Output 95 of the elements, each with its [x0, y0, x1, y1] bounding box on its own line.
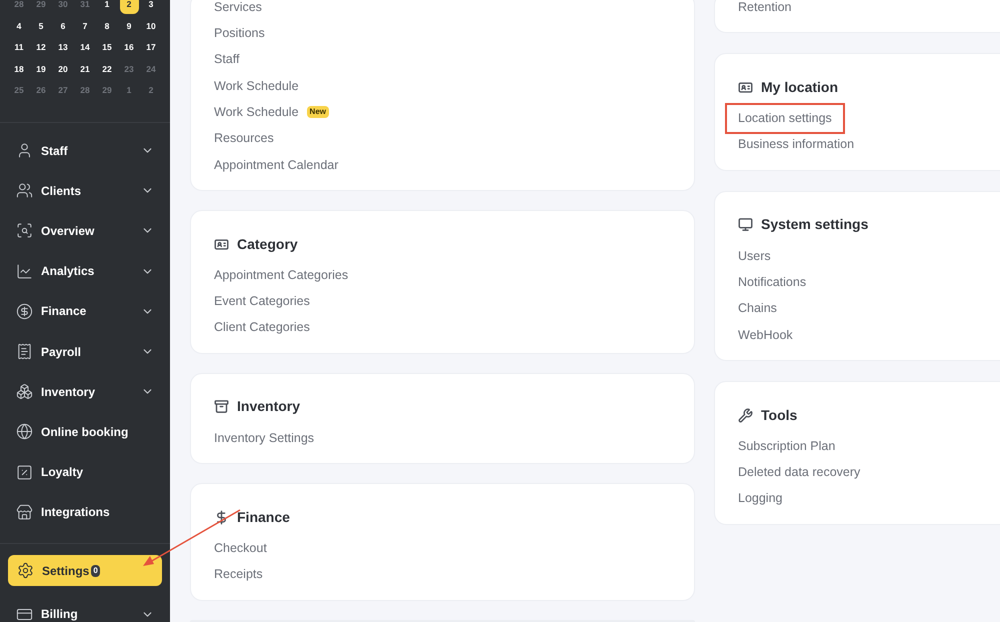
- calendar-day[interactable]: 30: [54, 0, 72, 14]
- store-icon: [16, 504, 33, 521]
- calendar-day[interactable]: 18: [10, 60, 28, 79]
- settings-icon: [17, 562, 34, 580]
- card-title: Finance: [237, 508, 290, 527]
- settings-link[interactable]: Logging: [738, 489, 782, 508]
- calendar-day[interactable]: 28: [10, 0, 28, 14]
- monitor-icon: [738, 217, 753, 232]
- count-badge: 0: [91, 564, 100, 577]
- people-icon: [16, 182, 33, 200]
- calendar-day[interactable]: 9: [120, 16, 138, 36]
- calendar-day[interactable]: 27: [54, 81, 72, 100]
- nav-item[interactable]: Integrations: [0, 492, 170, 532]
- globe-icon: [16, 423, 33, 440]
- settings-link[interactable]: Chains: [738, 299, 777, 318]
- settings-link[interactable]: Business information: [738, 135, 854, 154]
- grid-search-icon: [16, 222, 33, 240]
- settings-link[interactable]: Positions: [214, 24, 265, 43]
- settings-link[interactable]: Appointment Calendar: [214, 156, 338, 174]
- settings-link[interactable]: Notifications: [738, 272, 806, 292]
- tools-icon: [738, 408, 753, 423]
- calendar-day[interactable]: 3: [142, 0, 160, 14]
- nav-item[interactable]: Loyalty: [0, 452, 170, 492]
- settings-link[interactable]: Event Categories: [214, 292, 310, 311]
- nav-item[interactable]: Analytics: [0, 251, 170, 292]
- calendar-day[interactable]: 22: [98, 60, 116, 79]
- settings-link[interactable]: Users: [738, 246, 771, 266]
- settings-link[interactable]: Client Categories: [214, 318, 310, 338]
- settings-link[interactable]: WebHook: [738, 326, 793, 344]
- settings-link[interactable]: Receipts: [214, 565, 263, 584]
- settings-link[interactable]: Resources: [214, 129, 274, 148]
- settings-link[interactable]: Checkout: [214, 539, 267, 558]
- calendar-day[interactable]: 16: [120, 38, 138, 58]
- calendar-day[interactable]: 13: [54, 38, 72, 58]
- id-card-icon: [214, 236, 229, 252]
- calendar-day[interactable]: 26: [32, 81, 50, 100]
- nav-item[interactable]: Billing: [0, 594, 170, 622]
- calendar-day[interactable]: 1: [98, 0, 116, 14]
- calendar-day[interactable]: 11: [10, 38, 28, 58]
- receipt-icon: [16, 343, 33, 360]
- calendar-day[interactable]: 10: [142, 16, 160, 36]
- calendar-day[interactable]: 24: [142, 60, 160, 79]
- dollar-coin-icon: [16, 302, 33, 320]
- calendar-day[interactable]: 12: [32, 38, 50, 58]
- id-card-icon: [738, 80, 753, 95]
- nav-item[interactable]: Payroll: [0, 331, 170, 372]
- calendar-day[interactable]: 29: [32, 0, 50, 14]
- nav-item[interactable]: Finance: [0, 291, 170, 332]
- settings-link[interactable]: Work Schedule: [214, 102, 299, 122]
- calendar-day[interactable]: 19: [32, 60, 50, 79]
- new-badge: New: [306, 106, 329, 118]
- calendar-day[interactable]: 28: [76, 81, 94, 100]
- person-icon: [16, 142, 33, 160]
- calendar-day[interactable]: 4: [10, 16, 28, 36]
- settings-link[interactable]: Retention: [738, 0, 792, 17]
- settings-link[interactable]: Work Schedule: [214, 76, 299, 96]
- calendar-day[interactable]: 7: [76, 16, 94, 36]
- nav-item[interactable]: Clients: [0, 170, 170, 211]
- percent-icon: [16, 464, 33, 481]
- nav-item[interactable]: Settings 0: [8, 555, 162, 586]
- calendar-day[interactable]: 5: [32, 16, 50, 36]
- card-title: System settings: [761, 215, 868, 234]
- boxes-icon: [16, 383, 33, 400]
- card-title: My location: [761, 78, 838, 97]
- calendar-day[interactable]: 8: [98, 16, 116, 36]
- nav-item[interactable]: Inventory: [0, 372, 170, 412]
- nav-item[interactable]: Overview: [0, 210, 170, 252]
- calendar-day[interactable]: 20: [54, 60, 72, 79]
- calendar-day[interactable]: 25: [10, 81, 28, 100]
- nav-item[interactable]: Online booking: [0, 412, 170, 452]
- calendar-day[interactable]: 2: [142, 81, 160, 100]
- calendar-day[interactable]: 23: [120, 60, 138, 79]
- card-title: Tools: [761, 406, 798, 425]
- archive-icon: [214, 399, 229, 414]
- settings-link[interactable]: Deleted data recovery: [738, 463, 860, 482]
- calendar-day[interactable]: 29: [98, 81, 116, 100]
- calendar-day[interactable]: 17: [142, 38, 160, 58]
- calendar-day[interactable]: 31: [76, 0, 94, 14]
- dollar-icon: [214, 510, 229, 525]
- nav-item[interactable]: Staff: [0, 130, 170, 171]
- settings-link[interactable]: Location settings: [725, 103, 845, 134]
- settings-link[interactable]: Inventory Settings: [214, 428, 314, 448]
- settings-link[interactable]: Staff: [214, 50, 240, 70]
- calendar-day[interactable]: 21: [76, 60, 94, 79]
- calendar-day[interactable]: 6: [54, 16, 72, 36]
- settings-link[interactable]: Subscription Plan: [738, 436, 836, 456]
- calendar-day[interactable]: 1: [120, 81, 138, 100]
- calendar-day[interactable]: 2: [120, 0, 138, 14]
- card-title: Category: [237, 234, 298, 254]
- calendar-day[interactable]: 15: [98, 38, 116, 58]
- settings-link[interactable]: Services: [214, 0, 262, 17]
- chart-icon: [16, 262, 33, 280]
- settings-link[interactable]: Appointment Categories: [214, 266, 348, 285]
- card-title: Inventory: [237, 397, 300, 416]
- calendar-day[interactable]: 14: [76, 38, 94, 58]
